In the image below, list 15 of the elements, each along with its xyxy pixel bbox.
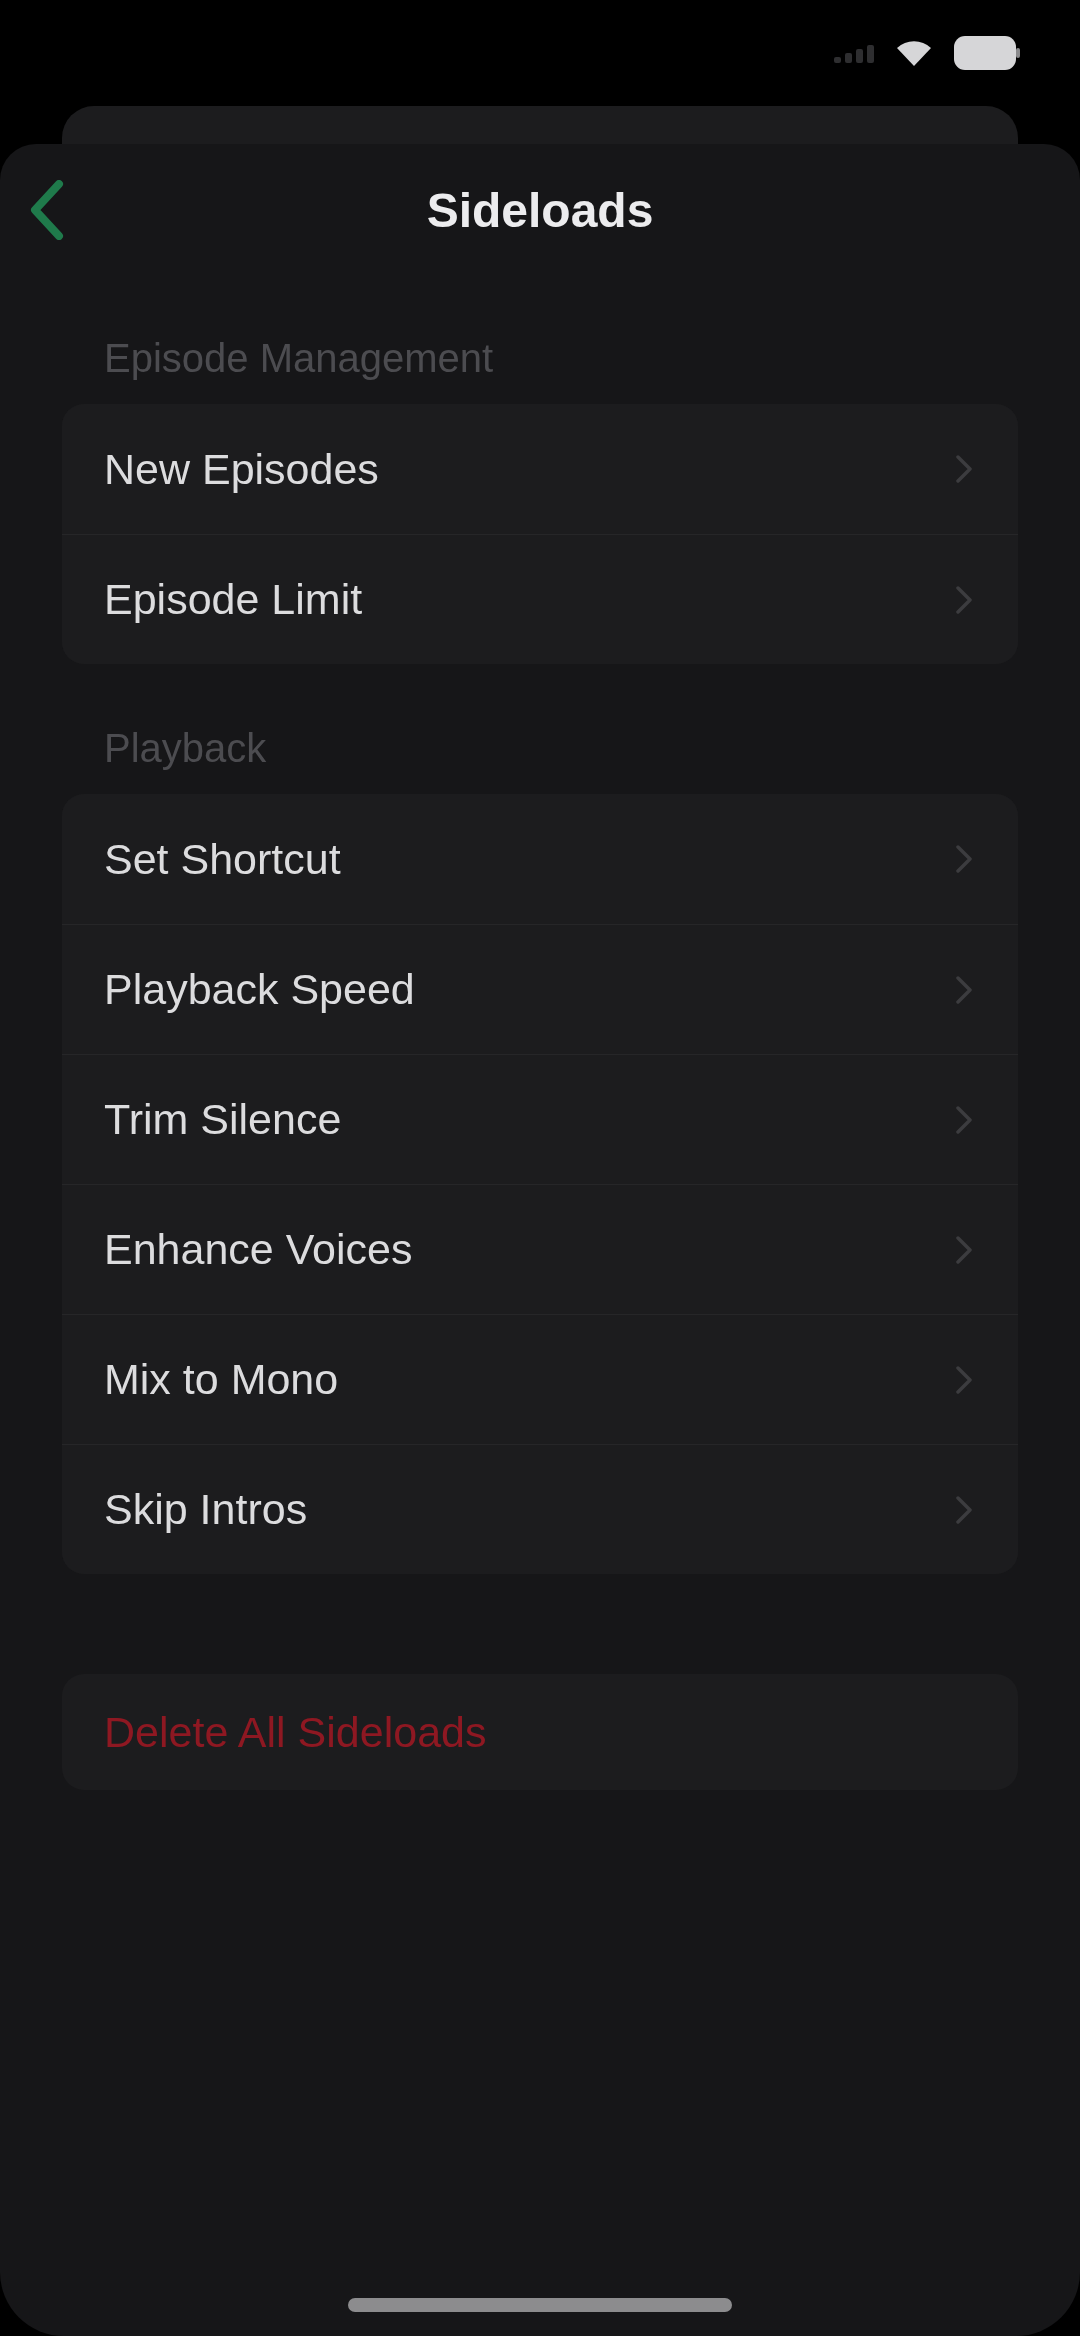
chevron-right-icon [956,975,972,1004]
section-header: Episode Management [103,335,495,382]
page-title: Sideloads [426,182,654,238]
chevron-right-icon [956,455,972,483]
chevron-right-icon [956,1235,972,1264]
back-chevron-icon [30,180,64,240]
signal-icon [834,43,874,63]
chevron-right-icon [956,1365,972,1394]
chevron-right-icon [956,585,972,614]
wifi-icon [896,39,932,67]
section-header: Playback [103,725,268,772]
chevron-right-icon [956,1495,972,1524]
battery-icon [954,36,1020,70]
chevron-right-icon [956,1105,972,1134]
chevron-right-icon [956,845,972,873]
